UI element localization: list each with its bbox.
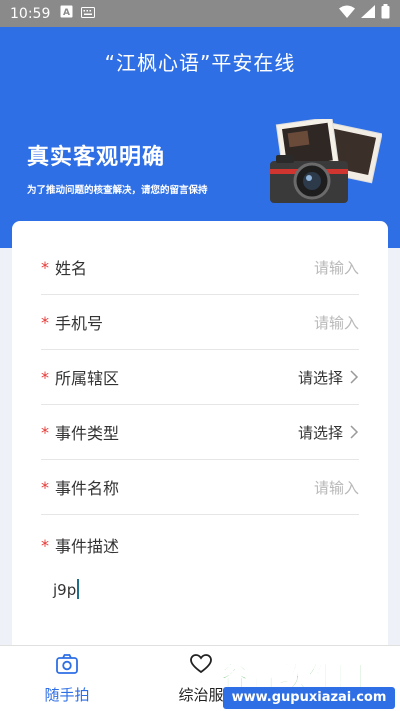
svg-text:A: A — [63, 8, 70, 18]
camera-illustration-icon — [266, 116, 383, 209]
nav-item-snapshot[interactable]: 随手拍 — [22, 654, 112, 705]
header-banner: “江枫心语”平安在线 真实客观明确 为了推动问题的核查解决，请您的留言保持 — [0, 27, 400, 248]
field-label: 姓名 — [55, 259, 88, 278]
watermark: 谷普软件园 www.gupuxiazai.com — [217, 651, 400, 711]
signal-icon — [361, 5, 375, 22]
keyboard-icon — [81, 6, 96, 22]
wifi-icon — [339, 5, 355, 22]
event-name-input[interactable]: 请输入 — [314, 477, 359, 498]
phone-input[interactable]: 请输入 — [314, 312, 359, 333]
required-mark: * — [41, 257, 49, 277]
description-textarea[interactable]: j9p — [53, 579, 80, 599]
chevron-right-icon[interactable] — [349, 425, 359, 439]
camera-icon — [56, 654, 78, 674]
field-event-name[interactable]: * 事件名称 请输入 — [41, 460, 359, 515]
status-time: 10:59 — [10, 5, 51, 22]
required-mark: * — [41, 422, 49, 442]
banner-subtitle: 为了推动问题的核查解决，请您的留言保持 — [27, 185, 208, 196]
text-caret — [77, 579, 80, 599]
field-label: 事件名称 — [55, 479, 120, 498]
battery-icon — [381, 4, 390, 23]
status-bar: 10:59 A — [0, 0, 400, 27]
field-label: 所属辖区 — [55, 369, 120, 388]
field-phone[interactable]: * 手机号 请输入 — [41, 295, 359, 350]
notification-a-icon: A — [60, 5, 73, 22]
nav-label: 随手拍 — [44, 686, 90, 704]
field-label: 事件类型 — [55, 424, 120, 443]
chevron-right-icon[interactable] — [349, 370, 359, 384]
required-mark: * — [41, 477, 49, 497]
heart-icon — [190, 654, 212, 674]
report-form: * 姓名 请输入 * 手机号 请输入 * 所属辖区 请选择 * 事件类型 请选择… — [12, 221, 388, 651]
page-title: “江枫心语”平安在线 — [104, 51, 296, 75]
field-description: * 事件描述 — [41, 533, 359, 557]
field-name[interactable]: * 姓名 请输入 — [41, 240, 359, 295]
required-mark: * — [41, 535, 49, 555]
description-value: j9p — [53, 581, 77, 599]
event-type-select[interactable]: 请选择 — [298, 422, 343, 443]
district-select[interactable]: 请选择 — [298, 367, 343, 388]
required-mark: * — [41, 312, 49, 332]
field-event-type[interactable]: * 事件类型 请选择 — [41, 405, 359, 460]
banner-title: 真实客观明确 — [27, 144, 166, 170]
field-label: 手机号 — [55, 314, 104, 333]
field-district[interactable]: * 所属辖区 请选择 — [41, 350, 359, 405]
field-label: 事件描述 — [55, 537, 120, 556]
required-mark: * — [41, 367, 49, 387]
watermark-url: www.gupuxiazai.com — [223, 687, 395, 709]
name-input[interactable]: 请输入 — [314, 257, 359, 278]
